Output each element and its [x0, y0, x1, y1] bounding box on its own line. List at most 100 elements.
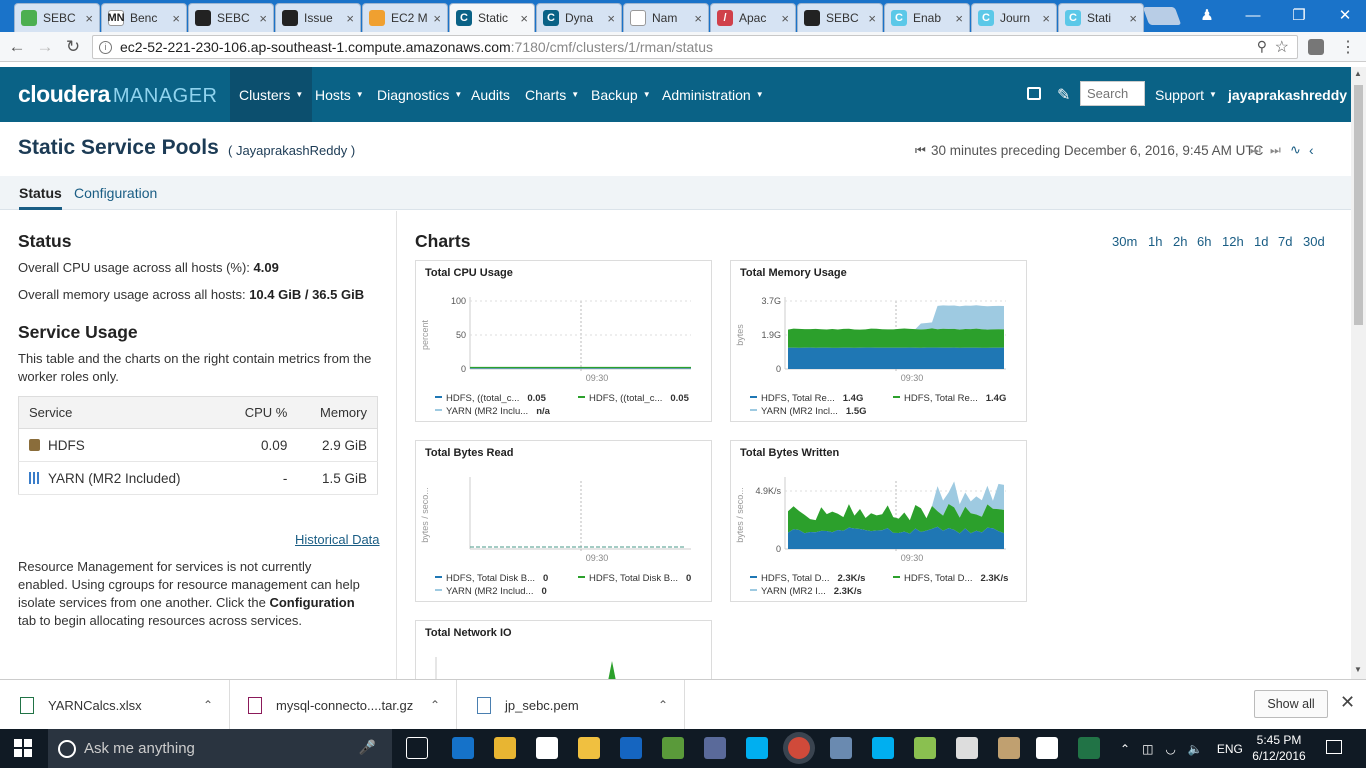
network-icon[interactable]: ◡ [1165, 742, 1175, 756]
service-cell[interactable]: YARN (MR2 Included) [18, 461, 223, 495]
browser-tab[interactable]: C Enab × [884, 3, 970, 32]
service-name[interactable]: HDFS [48, 438, 85, 453]
notification-icon[interactable] [1326, 740, 1342, 754]
sticky-notes-icon[interactable] [578, 737, 600, 759]
git-icon[interactable] [662, 737, 684, 759]
chart-card[interactable]: Total Bytes Read bytes / seco... 09:30 HDFS… [415, 440, 712, 602]
nav-audits[interactable]: Audits [462, 67, 519, 122]
chart-card[interactable]: Total Bytes Written bytes / seco... 09:30 4… [730, 440, 1027, 602]
extension-icon[interactable] [1308, 39, 1324, 55]
skype-icon[interactable] [746, 737, 768, 759]
forward-step-icon[interactable]: ⏭ [1250, 143, 1261, 158]
chart-icon[interactable]: ∿ [1290, 142, 1301, 158]
tab-configuration[interactable]: Configuration [74, 185, 157, 201]
cloudera-logo[interactable]: cloudera MANAGER [18, 81, 218, 108]
tray-chevron-icon[interactable]: ⌃ [1120, 742, 1130, 756]
browser-tab[interactable]: C Dyna × [536, 3, 622, 32]
legend-item[interactable]: HDFS, ((total_c... 0.05 [578, 393, 689, 404]
service-cell[interactable]: HDFS [18, 428, 223, 462]
browser-tab[interactable]: EC2 M × [362, 3, 448, 32]
task-view-icon[interactable] [406, 737, 428, 759]
restore-icon[interactable]: ❐ [1276, 0, 1322, 30]
header-search-input[interactable] [1080, 81, 1145, 106]
scroll-down-icon[interactable]: ▼ [1354, 665, 1362, 674]
chevron-up-icon[interactable]: ⌃ [658, 698, 668, 712]
git-icon[interactable] [704, 737, 726, 759]
browser-tab[interactable]: C Stati × [1058, 3, 1144, 32]
legend-item[interactable]: YARN (MR2 Includ... 0 [435, 586, 547, 597]
notepad-icon[interactable] [914, 737, 936, 759]
col-cpu[interactable]: CPU % [222, 396, 298, 429]
parcel-icon[interactable] [1027, 87, 1041, 100]
browser-tab[interactable]: Issue × [275, 3, 361, 32]
excel-icon[interactable] [1078, 737, 1100, 759]
chevron-up-icon[interactable]: ⌃ [203, 698, 213, 712]
close-tab-icon[interactable]: × [172, 11, 180, 26]
zoom-icon[interactable]: ⚲ [1257, 38, 1267, 55]
user-menu[interactable]: jayaprakashreddy▼ [1219, 67, 1366, 122]
close-tab-icon[interactable]: × [955, 11, 963, 26]
windows-start-icon[interactable] [14, 739, 32, 757]
download-item[interactable]: jp_sebc.pem ⌃ [457, 680, 685, 730]
taskbar-clock[interactable]: 5:45 PM 6/12/2016 [1247, 732, 1311, 764]
browser-tab[interactable]: MN Benc × [101, 3, 187, 32]
chart-card[interactable]: Total CPU Usage percent 09:30 100 50 0 HDFS, (… [415, 260, 712, 422]
scrollbar-thumb[interactable] [1354, 85, 1363, 325]
hdfs-area-1[interactable] [788, 347, 1004, 369]
fast-forward-icon[interactable]: ⏭ [1270, 143, 1281, 158]
bookmark-star-icon[interactable]: ☆ [1275, 37, 1289, 57]
legend-item[interactable]: HDFS, Total Re... 1.4G [750, 393, 863, 404]
legend-item[interactable]: HDFS, Total Disk B... 0 [578, 573, 691, 584]
col-service[interactable]: Service [18, 396, 223, 429]
chart-card[interactable]: Total Network IO [415, 620, 712, 681]
legend-item[interactable]: YARN (MR2 Inclu... n/a [435, 406, 550, 417]
historical-data-link[interactable]: Historical Data [295, 531, 380, 549]
browser-tab[interactable]: / Apac × [710, 3, 796, 32]
table-row[interactable]: HDFS 0.09 2.9 GiB [18, 428, 378, 462]
close-tab-icon[interactable]: × [520, 11, 528, 26]
language-indicator[interactable]: ENG [1217, 742, 1243, 756]
tab-status[interactable]: Status [19, 185, 62, 210]
chart-card[interactable]: Total Memory Usage bytes 09:30 3.7G 1.9G 0 HDF… [730, 260, 1027, 422]
legend-item[interactable]: HDFS, Total D... 2.3K/s [893, 573, 1008, 584]
close-tab-icon[interactable]: × [346, 11, 354, 26]
volume-icon[interactable]: 🔈 [1188, 742, 1203, 756]
range-30m[interactable]: 30m [1112, 234, 1137, 249]
legend-item[interactable]: HDFS, Total D... 2.3K/s [750, 573, 865, 584]
close-icon[interactable]: ✕ [1340, 692, 1355, 713]
remote-desktop-icon[interactable] [830, 737, 852, 759]
commands-icon[interactable]: ✎ [1057, 85, 1070, 105]
photos-icon[interactable] [1036, 737, 1058, 759]
download-item[interactable]: mysql-connecto....tar.gz ⌃ [230, 680, 457, 730]
info-icon[interactable]: i [99, 40, 112, 54]
range-7d[interactable]: 7d [1278, 234, 1292, 249]
power-icon[interactable]: ◫ [1142, 742, 1153, 756]
nav-diagnostics[interactable]: Diagnostics ▼ [368, 67, 471, 122]
minimize-icon[interactable]: — [1230, 0, 1276, 30]
col-memory[interactable]: Memory [297, 396, 378, 429]
close-tab-icon[interactable]: × [1042, 11, 1050, 26]
nav-charts[interactable]: Charts ▼ [516, 67, 588, 122]
file-explorer-icon[interactable] [494, 737, 516, 759]
nav-administration[interactable]: Administration ▼ [653, 67, 773, 122]
browser-tab[interactable]: SEBC × [188, 3, 274, 32]
new-tab-button[interactable] [1142, 7, 1182, 25]
service-name[interactable]: YARN (MR2 Included) [48, 471, 181, 486]
chevron-up-icon[interactable]: ⌃ [430, 698, 440, 712]
browser-tab[interactable]: SEBC × [797, 3, 883, 32]
range-12h[interactable]: 12h [1222, 234, 1244, 249]
time-range-label[interactable]: 30 minutes preceding December 6, 2016, 9… [931, 143, 1263, 158]
browser-tab[interactable]: C Static × [449, 3, 535, 32]
nav-backup[interactable]: Backup ▼ [582, 67, 660, 122]
legend-item[interactable]: YARN (MR2 I... 2.3K/s [750, 586, 862, 597]
close-tab-icon[interactable]: × [259, 11, 267, 26]
back-icon[interactable]: ← [6, 36, 28, 58]
range-1h[interactable]: 1h [1148, 234, 1162, 249]
browser-tab[interactable]: Nam × [623, 3, 709, 32]
rewind-icon[interactable]: ⏮ [915, 143, 926, 158]
calculator-icon[interactable] [956, 737, 978, 759]
profile-icon[interactable]: ♟ [1184, 0, 1230, 30]
close-tab-icon[interactable]: × [694, 11, 702, 26]
address-bar[interactable]: i ec2-52-221-230-106.ap-southeast-1.comp… [92, 35, 1298, 59]
table-row[interactable]: YARN (MR2 Included) -1.5 GiB [18, 461, 378, 495]
